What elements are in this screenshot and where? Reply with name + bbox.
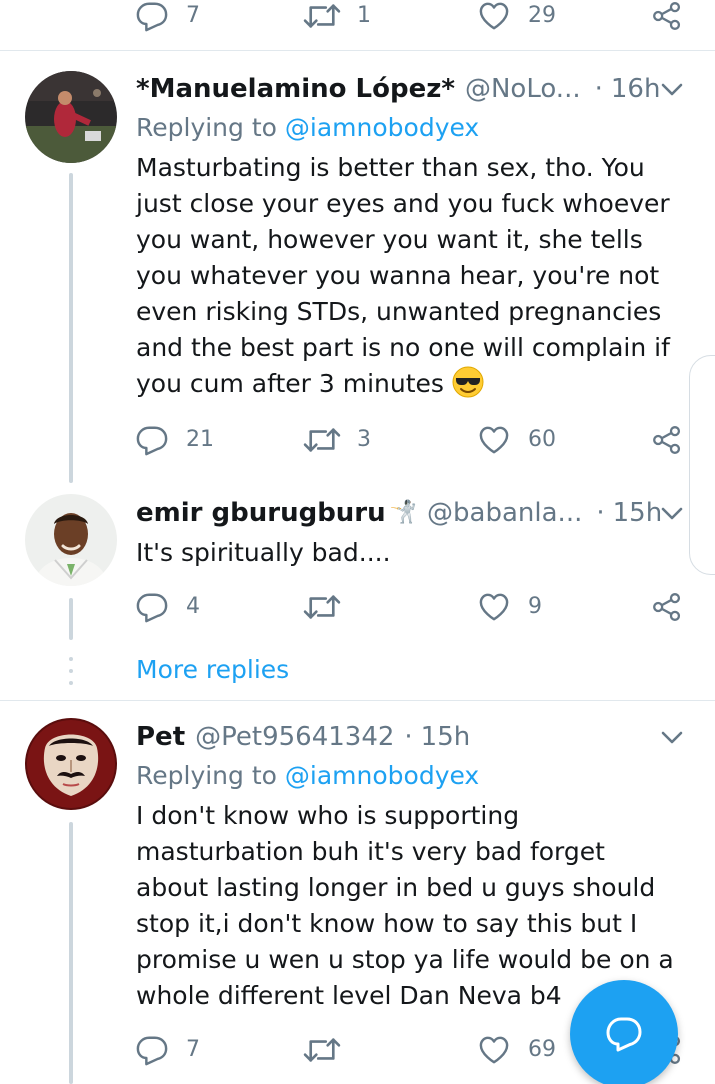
like-button[interactable]: 69 <box>478 1030 556 1070</box>
fencer-emoji: 🤺 <box>389 500 418 525</box>
retweet-icon <box>303 1034 341 1066</box>
divider <box>0 700 715 701</box>
tweet-header: emir gburugburu 🤺 @babanla... · 15h <box>136 493 675 533</box>
reply-button[interactable]: 21 <box>136 420 214 460</box>
retweet-button[interactable]: 3 <box>303 420 371 460</box>
like-button[interactable]: 9 <box>478 587 542 627</box>
reply-button[interactable]: 4 <box>136 587 200 627</box>
like-count: 9 <box>528 594 542 619</box>
share-icon <box>652 592 682 622</box>
timestamp[interactable]: 15h <box>613 500 663 526</box>
like-button[interactable]: 60 <box>478 420 556 460</box>
display-name[interactable]: Pet <box>136 724 185 750</box>
replying-to-label: Replying to <box>136 761 277 790</box>
dot-separator: · <box>594 74 603 104</box>
dot-separator: · <box>596 498 605 528</box>
replying-to-label: Replying to <box>136 113 277 142</box>
like-count: 69 <box>528 1037 556 1062</box>
like-icon <box>478 1 510 31</box>
reply-button[interactable]: 7 <box>136 1030 200 1070</box>
replying-to: Replying to @iamnobodyex <box>136 110 479 146</box>
reply-count: 7 <box>186 1037 200 1062</box>
retweet-count: 3 <box>357 427 371 452</box>
compose-icon <box>606 1017 642 1052</box>
tweet-actions: 21 3 60 <box>0 420 715 460</box>
retweet-count: 1 <box>357 3 371 28</box>
avatar[interactable] <box>25 71 117 163</box>
reply-count: 4 <box>186 594 200 619</box>
reply-icon <box>136 424 168 456</box>
compose-reply-button[interactable] <box>570 980 678 1084</box>
caret-down-icon[interactable] <box>661 507 683 521</box>
retweet-button[interactable] <box>303 587 357 627</box>
reply-icon <box>136 1034 168 1066</box>
display-name[interactable]: emir gburugburu <box>136 500 386 526</box>
like-icon <box>478 592 510 622</box>
share-icon <box>652 1 682 31</box>
man-portrait-avatar <box>25 494 117 586</box>
avatar[interactable] <box>25 494 117 586</box>
share-button[interactable] <box>652 0 682 36</box>
dali-mask-avatar <box>25 718 117 810</box>
user-handle[interactable]: @Pet95641342 <box>195 724 394 750</box>
avatar[interactable] <box>25 718 117 810</box>
like-icon <box>478 1035 510 1065</box>
like-count: 29 <box>528 3 556 28</box>
tweet-actions: 4 9 <box>0 587 715 627</box>
tweet-text: I don't know who is supporting masturbat… <box>136 798 681 1014</box>
tweet-text-content: Masturbating is better than sex, tho. Yo… <box>136 153 670 398</box>
thread-dots <box>69 657 73 693</box>
football-player-avatar <box>25 71 117 163</box>
display-name[interactable]: *Manuelamino López* <box>136 76 455 102</box>
share-button[interactable] <box>652 420 682 460</box>
tweet-header: Pet @Pet95641342 · 15h <box>136 717 675 757</box>
retweet-button[interactable] <box>303 1030 357 1070</box>
reply-count: 7 <box>186 3 200 28</box>
dot-separator: · <box>404 722 413 752</box>
reply-count: 21 <box>186 427 214 452</box>
more-replies-link[interactable]: More replies <box>136 652 289 688</box>
retweet-icon <box>303 424 341 456</box>
tweet-text: Masturbating is better than sex, tho. Yo… <box>136 150 696 402</box>
tweet-header: *Manuelamino López* @NoLo... · 16h <box>136 69 675 109</box>
tweet-text-content: I don't know who is supporting masturbat… <box>136 801 674 1010</box>
reply-icon <box>136 591 168 623</box>
caret-down-icon[interactable] <box>661 83 683 97</box>
share-button[interactable] <box>652 587 682 627</box>
retweet-icon <box>303 591 341 623</box>
timestamp[interactable]: 16h <box>611 76 661 102</box>
divider <box>0 50 715 51</box>
reply-button[interactable]: 7 <box>136 0 200 36</box>
replying-to: Replying to @iamnobodyex <box>136 758 479 794</box>
replying-to-handle[interactable]: @iamnobodyex <box>285 113 479 142</box>
like-icon <box>478 425 510 455</box>
user-handle[interactable]: @NoLo... <box>465 76 581 102</box>
replying-to-handle[interactable]: @iamnobodyex <box>285 761 479 790</box>
share-icon <box>652 425 682 455</box>
like-count: 60 <box>528 427 556 452</box>
timestamp[interactable]: 15h <box>421 724 471 750</box>
tweet-text-content: It's spiritually bad.... <box>136 538 391 567</box>
user-handle[interactable]: @babanla... <box>427 500 582 526</box>
reply-icon <box>136 0 168 32</box>
caret-down-icon[interactable] <box>661 731 683 745</box>
retweet-button[interactable]: 1 <box>303 0 371 36</box>
top-action-row: 7 1 29 <box>0 0 715 36</box>
sunglasses-smiley-icon <box>452 366 484 398</box>
like-button[interactable]: 29 <box>478 0 556 36</box>
retweet-icon <box>303 0 341 32</box>
side-panel-edge <box>689 355 715 575</box>
tweet-text: It's spiritually bad.... <box>136 535 696 571</box>
